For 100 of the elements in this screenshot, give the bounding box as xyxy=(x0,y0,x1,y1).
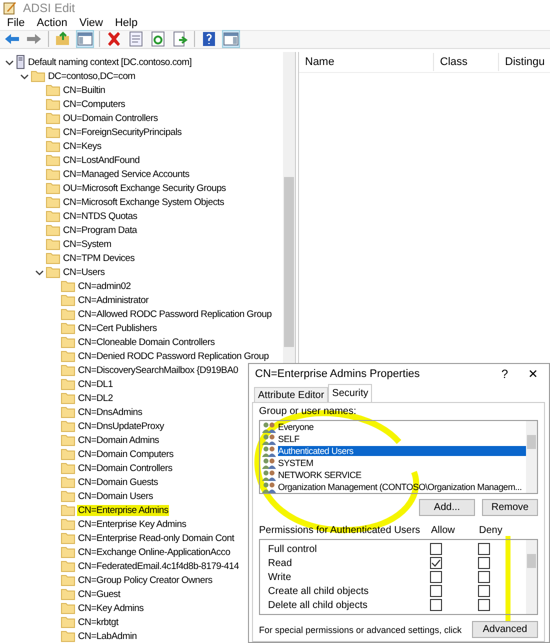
folder-icon xyxy=(61,588,75,600)
user-item[interactable]: Authenticated Users xyxy=(278,446,526,456)
folder-icon xyxy=(61,280,75,292)
dialog-button[interactable]: Add... xyxy=(419,499,475,516)
tree-item[interactable]: CN=Keys xyxy=(62,140,102,152)
menu-item[interactable]: Action xyxy=(36,16,68,29)
deny-checkbox[interactable] xyxy=(478,543,490,555)
tree-item[interactable]: CN=Guest xyxy=(77,588,122,600)
tree-item[interactable]: CN=Program Data xyxy=(62,224,138,236)
deny-checkbox[interactable] xyxy=(478,557,490,569)
folder-icon xyxy=(46,252,60,264)
tree-item[interactable]: CN=DnsAdmins xyxy=(77,406,144,418)
tree-item[interactable]: CN=Domain Users xyxy=(77,490,154,502)
tree-item[interactable]: CN=Cert Publishers xyxy=(77,322,158,334)
user-item[interactable]: SELF xyxy=(278,434,300,444)
tree-item[interactable]: CN=NTDS Quotas xyxy=(62,210,138,222)
folder-icon xyxy=(46,154,60,166)
user-item[interactable]: Everyone xyxy=(278,422,314,432)
refresh-icon[interactable] xyxy=(150,31,166,48)
tree-item[interactable]: CN=Microsoft Exchange System Objects xyxy=(62,196,226,208)
users-icon xyxy=(262,470,276,480)
properties-icon[interactable] xyxy=(128,31,144,48)
tree-item[interactable]: CN=admin02 xyxy=(77,280,132,292)
tree-item[interactable]: CN=Computers xyxy=(62,98,126,110)
tree-item[interactable]: CN=Key Admins xyxy=(77,602,145,614)
pane-toggle-icon[interactable] xyxy=(223,31,239,48)
tree-item[interactable]: CN=Domain Admins xyxy=(77,434,160,446)
tree-item[interactable]: CN=Enterprise Read-only Domain Cont xyxy=(77,532,236,544)
tree-item[interactable]: CN=Exchange Online-ApplicationAcco xyxy=(77,546,232,558)
folder-icon xyxy=(46,140,60,152)
users-icon xyxy=(262,482,276,492)
allow-checkbox[interactable] xyxy=(430,557,442,569)
export-icon[interactable] xyxy=(172,31,188,48)
menu-item[interactable]: View xyxy=(79,16,103,29)
allow-checkbox[interactable] xyxy=(430,571,442,583)
tree-item[interactable]: CN=Domain Controllers xyxy=(77,462,174,474)
tab[interactable]: Security xyxy=(328,384,372,402)
deny-checkbox[interactable] xyxy=(478,571,490,583)
tab[interactable]: Attribute Editor xyxy=(254,387,328,402)
tree-item[interactable]: CN=Builtin xyxy=(62,84,106,96)
tree-item[interactable]: CN=System xyxy=(62,238,112,250)
user-item[interactable]: NETWORK SERVICE xyxy=(278,470,362,480)
tree-item[interactable]: CN=FederatedEmail.4c1f4d8b-8179-414 xyxy=(77,560,240,572)
tree-item[interactable]: CN=DiscoverySearchMailbox {D919BA0 xyxy=(77,364,240,376)
folder-icon xyxy=(61,462,75,474)
column-header[interactable]: Name xyxy=(299,53,434,71)
tree-item[interactable]: CN=DL1 xyxy=(77,378,114,390)
help-icon[interactable] xyxy=(201,31,217,48)
deny-checkbox[interactable] xyxy=(478,585,490,597)
allow-checkbox[interactable] xyxy=(430,585,442,597)
folder-icon xyxy=(61,630,75,642)
tree-item[interactable]: CN=Enterprise Admins xyxy=(77,504,170,516)
tree-item[interactable]: CN=Enterprise Key Admins xyxy=(77,518,188,530)
tree-item[interactable]: CN=Group Policy Creator Owners xyxy=(77,574,214,586)
tree-item[interactable]: OU=Microsoft Exchange Security Groups xyxy=(62,182,227,194)
tree-item[interactable]: CN=Administrator xyxy=(77,294,150,306)
expand-chevron-icon[interactable] xyxy=(34,268,44,276)
user-item[interactable]: SYSTEM xyxy=(278,458,314,468)
tree-item[interactable]: CN=Managed Service Accounts xyxy=(62,168,190,180)
tree-item[interactable]: CN=LabAdmin xyxy=(77,630,138,642)
tree-item[interactable]: DC=contoso,DC=com xyxy=(47,70,136,82)
folder-icon xyxy=(46,126,60,138)
expand-chevron-icon[interactable] xyxy=(4,58,14,66)
allow-checkbox[interactable] xyxy=(430,543,442,555)
folder-up-icon[interactable] xyxy=(55,31,71,48)
column-header[interactable]: Distingu xyxy=(499,53,550,71)
expand-chevron-icon[interactable] xyxy=(20,72,28,80)
tree-item[interactable]: CN=DnsUpdateProxy xyxy=(77,420,165,432)
delete-icon[interactable] xyxy=(106,31,122,48)
folder-icon xyxy=(46,210,60,222)
scrollbar[interactable] xyxy=(526,421,537,493)
tree-item[interactable]: CN=Allowed RODC Password Replication Group xyxy=(77,308,273,320)
menu-item[interactable]: Help xyxy=(114,16,138,29)
folder-icon xyxy=(46,98,60,110)
folder-icon xyxy=(61,434,75,446)
tree-item[interactable]: CN=krbtgt xyxy=(77,616,120,628)
tree-item[interactable]: OU=Domain Controllers xyxy=(62,112,159,124)
allow-checkbox[interactable] xyxy=(430,599,442,611)
help-button[interactable]: ? xyxy=(498,367,511,381)
close-button[interactable]: ✕ xyxy=(525,367,541,381)
tree-toggle-icon[interactable] xyxy=(77,31,93,48)
tree-item[interactable]: CN=Users xyxy=(62,266,106,278)
menu-item[interactable]: File xyxy=(7,16,25,29)
tree-item[interactable]: CN=Domain Guests xyxy=(77,476,159,488)
advanced-button[interactable]: Advanced xyxy=(472,621,538,638)
advanced-hint: For special permissions or advanced settings, click xyxy=(259,624,462,634)
tree-item[interactable]: CN=Cloneable Domain Controllers xyxy=(77,336,216,348)
tree-item[interactable]: Default naming context [DC.contoso.com] xyxy=(27,56,193,68)
folder-icon xyxy=(61,574,75,586)
tree-item[interactable]: CN=DL2 xyxy=(77,392,114,404)
tree-item[interactable]: CN=ForeignSecurityPrincipals xyxy=(62,126,183,138)
scrollbar[interactable] xyxy=(526,540,537,614)
permission-name: Write xyxy=(268,572,292,582)
dialog-button[interactable]: Remove xyxy=(482,499,538,516)
column-header[interactable]: Class xyxy=(434,53,499,71)
tree-item[interactable]: CN=LostAndFound xyxy=(62,154,141,166)
tree-item[interactable]: CN=TPM Devices xyxy=(62,252,136,264)
deny-checkbox[interactable] xyxy=(478,599,490,611)
tree-item[interactable]: CN=Domain Computers xyxy=(77,448,174,460)
tree-item[interactable]: CN=Denied RODC Password Replication Group xyxy=(77,350,270,362)
